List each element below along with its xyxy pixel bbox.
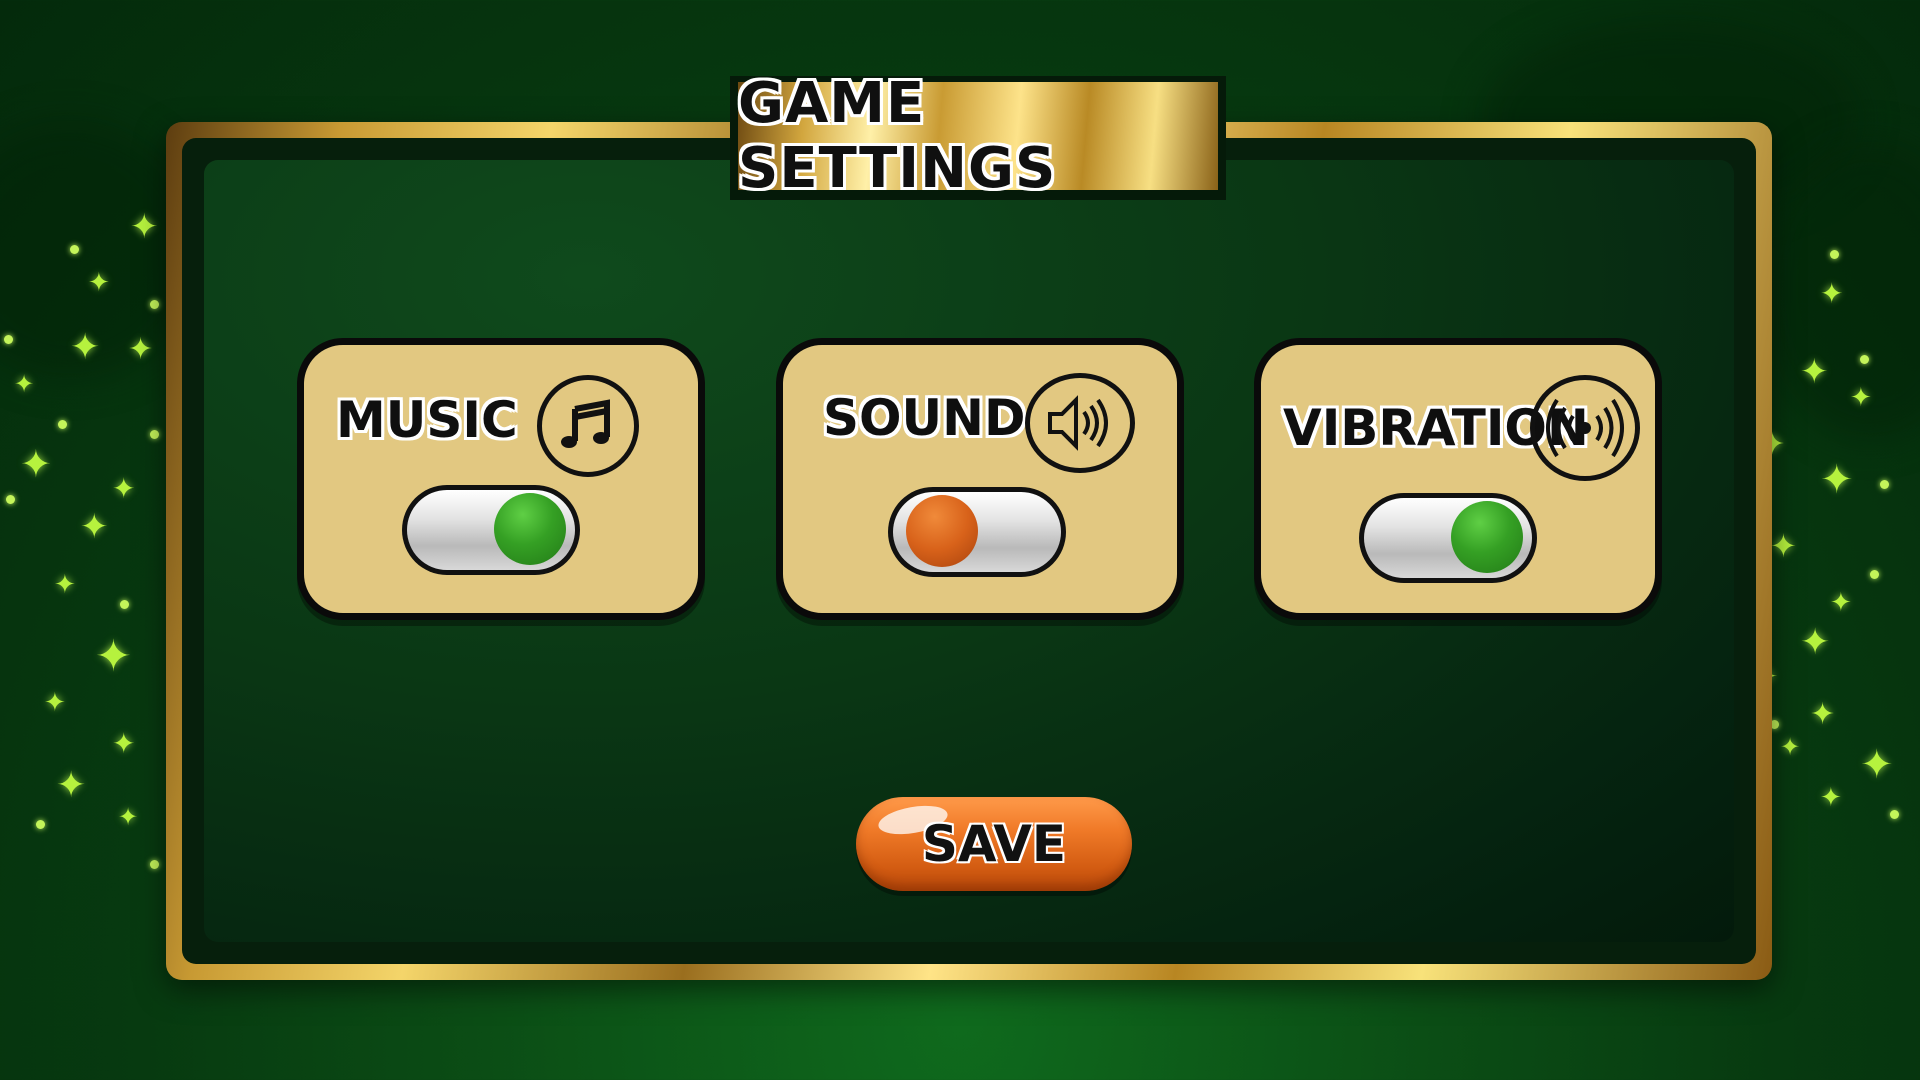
vibration-toggle[interactable] [1359,493,1537,583]
sound-card: SOUND [776,338,1184,620]
sparkle: ✦ [1800,622,1831,663]
vibration-card: VIBRATION [1254,338,1662,620]
sparkle-dot [120,600,129,609]
title-plate-gold: GAME SETTINGS [738,71,1218,201]
sparkle: ✦ [54,570,76,600]
sparkle: ✦ [112,727,136,760]
sparkle-dot [150,860,159,869]
music-note-icon[interactable] [537,375,639,477]
speaker-icon[interactable] [1025,373,1135,473]
music-card: MUSIC [297,338,705,620]
sparkle-dot [150,430,159,439]
music-toggle-knob [494,493,566,565]
sparkle: ✦ [118,803,139,831]
sparkles-left: ✦ ✦ ✦ ✦ ✦ ✦ ✦ ✦ ✦ ✦ ✦ ✦ ✦ ✦ [0,0,190,1080]
music-label: MUSIC [336,391,518,449]
sparkle: ✦ [112,472,136,505]
sparkle: ✦ [88,268,110,298]
sparkle: ✦ [1820,277,1844,310]
title-plate: GAME SETTINGS [730,71,1226,201]
sound-label: SOUND [823,389,1026,447]
sparkle: ✦ [1860,742,1894,788]
sparkle: ✦ [1800,352,1829,392]
sparkle: ✦ [1770,527,1797,565]
sparkle: ✦ [1780,733,1801,761]
sparkle-dot [70,245,79,254]
vibration-icon[interactable] [1530,375,1640,481]
sparkle-dot [36,820,45,829]
music-toggle[interactable] [402,485,580,575]
sparkle-dot [1870,570,1879,579]
sparkle-dot [58,420,67,429]
save-button-label: SAVE [921,815,1067,873]
sparkle: ✦ [44,688,66,718]
sound-toggle[interactable] [888,487,1066,577]
page-title: GAME SETTINGS [738,71,1057,201]
sparkle: ✦ [1810,697,1836,732]
sparkle: ✦ [56,765,87,806]
sparkle: ✦ [14,370,35,398]
sparkle-dot [1890,810,1899,819]
sparkle-dot [1830,250,1839,259]
sparkle-dot [150,300,159,309]
sparkle: ✦ [130,207,159,247]
sparkle: ✦ [20,442,52,486]
sparkle-dot [6,495,15,504]
sparkle: ✦ [128,332,154,367]
sparkle: ✦ [1850,383,1872,413]
sparkle-dot [1860,355,1869,364]
sparkle: ✦ [80,507,109,547]
vibration-toggle-knob [1451,501,1523,573]
sparkle-dot [4,335,13,344]
sound-toggle-knob [906,495,978,567]
sparkle: ✦ [70,327,101,368]
sparkle: ✦ [1820,783,1842,813]
save-button[interactable]: SAVE [856,797,1132,891]
sparkle: ✦ [1830,588,1852,618]
sparkle-dot [1880,480,1889,489]
sparkle: ✦ [95,631,132,682]
sparkle: ✦ [1820,457,1854,503]
